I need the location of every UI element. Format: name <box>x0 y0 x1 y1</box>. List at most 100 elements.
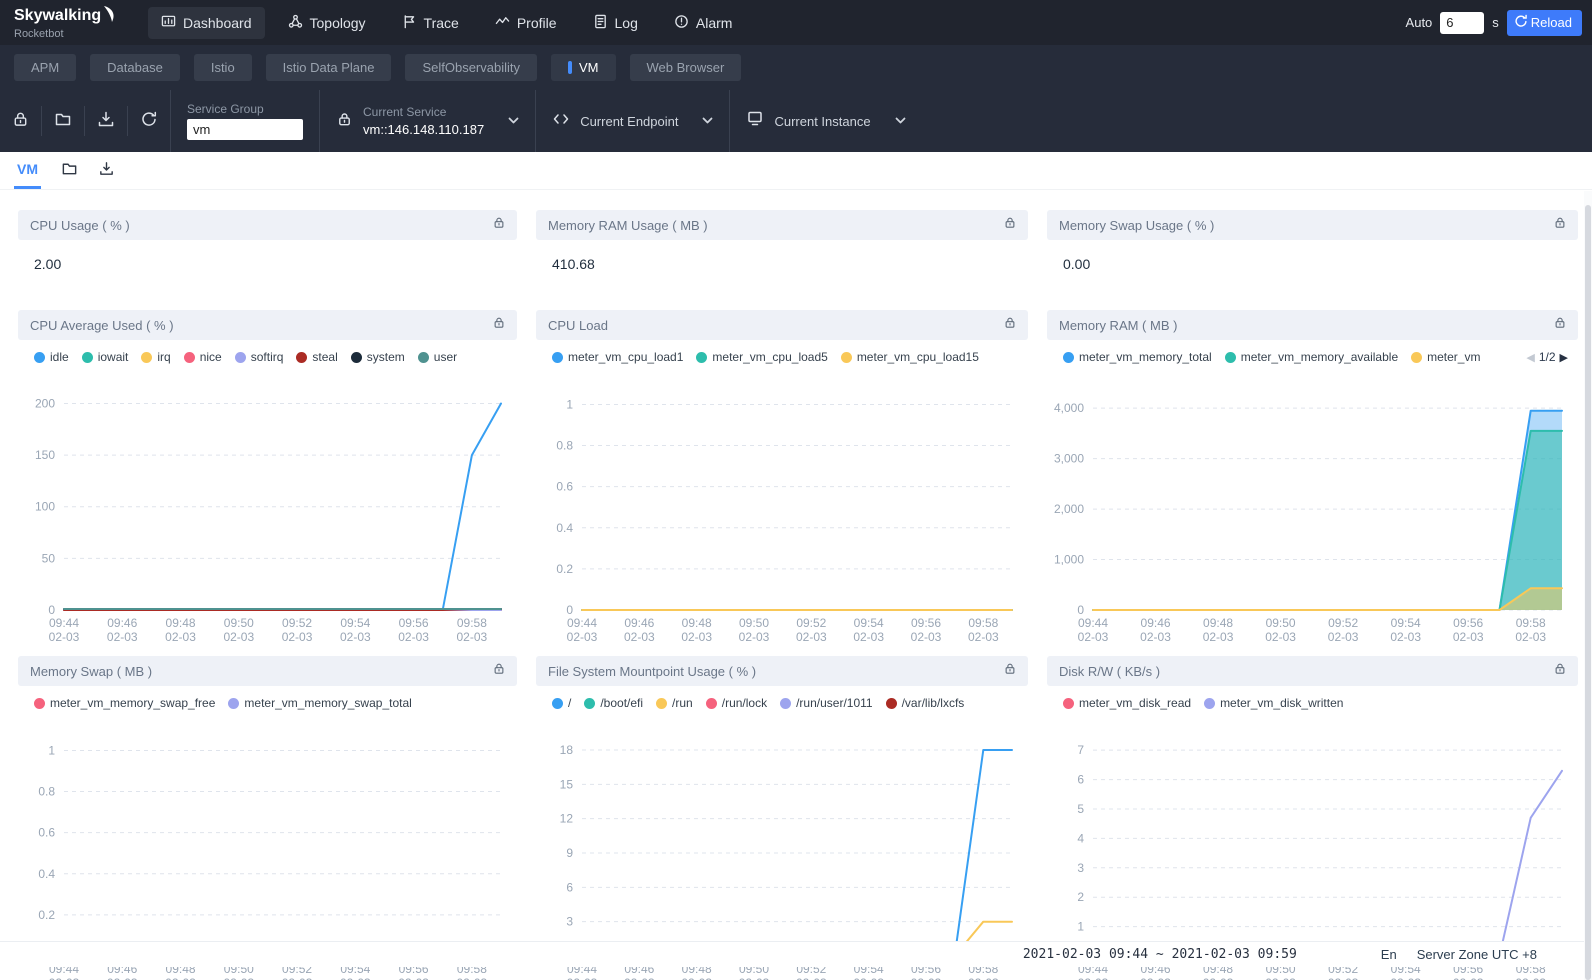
legend-item[interactable]: /boot/efi <box>584 696 643 710</box>
legend-item[interactable]: iowait <box>82 350 129 364</box>
lock-templates-button[interactable] <box>0 90 41 152</box>
alarm-icon <box>674 14 689 32</box>
chart-legend: meter_vm_disk_read meter_vm_disk_written <box>1047 686 1578 720</box>
chart-legend: meter_vm_memory_swap_free meter_vm_memory… <box>18 686 517 720</box>
import-tab-button[interactable] <box>61 160 78 182</box>
language-selector[interactable]: En <box>1381 947 1397 962</box>
legend-color-dot <box>1204 698 1215 709</box>
legend-item[interactable]: / <box>552 696 571 710</box>
legend-item[interactable]: meter_vm_disk_written <box>1204 696 1343 710</box>
legend-item[interactable]: system <box>351 350 405 364</box>
template-tab-vm[interactable]: VM <box>551 54 616 81</box>
chart-legend: meter_vm_cpu_load1 meter_vm_cpu_load5 mete… <box>536 340 1028 374</box>
nav-item-log[interactable]: Log <box>580 7 651 39</box>
svg-text:09:4802-03: 09:4802-03 <box>165 616 196 644</box>
tab-vm[interactable]: VM <box>14 152 41 189</box>
legend-item[interactable]: meter_vm_memory_swap_total <box>228 696 411 710</box>
lock-icon[interactable] <box>1004 316 1016 334</box>
nav-item-topology[interactable]: Topology <box>275 7 379 39</box>
legend-item[interactable]: idle <box>34 350 69 364</box>
lock-icon[interactable] <box>493 316 505 334</box>
metric-cards-row: CPU Usage ( % ) 2.00 Memory RAM Usage ( … <box>0 210 1592 298</box>
service-group-input[interactable] <box>187 119 303 140</box>
legend-item[interactable]: meter_vm <box>1411 350 1480 364</box>
legend-item[interactable]: /run/user/1011 <box>780 696 873 710</box>
svg-text:6: 6 <box>566 880 573 894</box>
template-tab-apm[interactable]: APM <box>14 54 76 81</box>
cpu-average-used-chart[interactable]: 05010015020009:4402-0309:4602-0309:4802-… <box>18 374 517 654</box>
scrollbar-thumb[interactable] <box>1585 205 1591 980</box>
current-service-selector[interactable]: Current Service vm::146.148.110.187 <box>319 90 535 152</box>
legend-item[interactable]: meter_vm_cpu_load5 <box>696 350 827 364</box>
template-tab-web-browser[interactable]: Web Browser <box>630 54 742 81</box>
legend-item[interactable]: nice <box>184 350 222 364</box>
legend-item[interactable]: meter_vm_disk_read <box>1063 696 1191 710</box>
service-icon <box>336 110 353 133</box>
vertical-scrollbar[interactable] <box>1584 191 1592 980</box>
current-instance-selector[interactable]: Current Instance <box>729 90 921 152</box>
legend-color-dot <box>706 698 717 709</box>
template-tab-istio-data-plane[interactable]: Istio Data Plane <box>266 54 392 81</box>
svg-text:09:5602-03: 09:5602-03 <box>1453 616 1484 644</box>
template-tabs-bar: APM Database Istio Istio Data Plane Self… <box>0 45 1592 90</box>
nav-item-dashboard[interactable]: Dashboard <box>148 7 265 39</box>
auto-reload-interval-input[interactable] <box>1440 12 1484 34</box>
lock-icon[interactable] <box>493 216 505 234</box>
lock-icon[interactable] <box>493 662 505 680</box>
legend-pagination[interactable]: ◀1/2▶ <box>1522 340 1568 374</box>
svg-text:0.2: 0.2 <box>38 908 55 922</box>
svg-text:18: 18 <box>560 743 574 757</box>
nav-label: Profile <box>517 15 557 31</box>
legend-item[interactable]: meter_vm_cpu_load1 <box>552 350 683 364</box>
card-title: Memory RAM ( MB ) <box>1059 318 1177 333</box>
refresh-button[interactable] <box>128 90 170 152</box>
import-dashboard-button[interactable] <box>42 90 84 152</box>
logo[interactable]: Skywalking Rocketbot <box>14 6 134 40</box>
download-icon <box>98 160 115 182</box>
legend-item[interactable]: meter_vm_memory_available <box>1225 350 1398 364</box>
lock-icon[interactable] <box>1554 316 1566 334</box>
legend-color-dot <box>841 352 852 363</box>
legend-item[interactable]: meter_vm_cpu_load15 <box>841 350 979 364</box>
metric-card-cpu-usage: CPU Usage ( % ) 2.00 <box>18 210 517 298</box>
nav-item-profile[interactable]: Profile <box>482 7 570 39</box>
lock-icon[interactable] <box>1554 662 1566 680</box>
reload-button[interactable]: Reload <box>1507 10 1582 36</box>
legend-prev-icon[interactable]: ◀ <box>1526 351 1534 364</box>
card-title: CPU Usage ( % ) <box>30 218 130 233</box>
current-endpoint-selector[interactable]: Current Endpoint <box>535 90 729 152</box>
legend-item[interactable]: irq <box>141 350 170 364</box>
memory-ram-chart[interactable]: 01,0002,0003,0004,00009:4402-0309:4602-0… <box>1047 374 1578 654</box>
timezone-selector[interactable]: Server Zone UTC +8 <box>1417 947 1537 962</box>
legend-item[interactable]: /run <box>656 696 693 710</box>
auto-reload-controls: Auto s Reload <box>1406 10 1582 36</box>
legend-color-dot <box>886 698 897 709</box>
legend-item[interactable]: /run/lock <box>706 696 767 710</box>
legend-item[interactable]: user <box>418 350 457 364</box>
svg-text:1: 1 <box>48 743 55 757</box>
nav-item-alarm[interactable]: Alarm <box>661 7 746 39</box>
legend-item[interactable]: softirq <box>235 350 284 364</box>
folder-icon <box>54 110 72 133</box>
lock-icon[interactable] <box>1004 216 1016 234</box>
template-tab-istio[interactable]: Istio <box>194 54 252 81</box>
legend-item[interactable]: meter_vm_memory_total <box>1063 350 1212 364</box>
chart-card-cpu-average-used: CPU Average Used ( % ) idleiowaitirqnice… <box>18 310 517 654</box>
legend-color-dot <box>184 352 195 363</box>
export-dashboard-button[interactable] <box>85 90 127 152</box>
export-tab-button[interactable] <box>98 160 115 182</box>
cpu-load-chart[interactable]: 00.20.40.60.8109:4402-0309:4602-0309:480… <box>536 374 1028 654</box>
legend-item[interactable]: steal <box>296 350 337 364</box>
lock-icon[interactable] <box>1004 662 1016 680</box>
legend-item[interactable]: meter_vm_memory_swap_free <box>34 696 215 710</box>
lock-icon[interactable] <box>1554 216 1566 234</box>
time-range-picker[interactable]: 2021-02-03 09:44 ~ 2021-02-03 09:59 <box>1023 947 1297 962</box>
svg-text:200: 200 <box>35 396 55 410</box>
legend-color-dot <box>235 352 246 363</box>
endpoint-icon <box>552 111 570 132</box>
template-tab-selfobservability[interactable]: SelfObservability <box>405 54 537 81</box>
legend-item[interactable]: /var/lib/lxcfs <box>886 696 965 710</box>
template-tab-database[interactable]: Database <box>90 54 180 81</box>
nav-item-trace[interactable]: Trace <box>389 7 472 39</box>
legend-next-icon[interactable]: ▶ <box>1560 351 1568 364</box>
